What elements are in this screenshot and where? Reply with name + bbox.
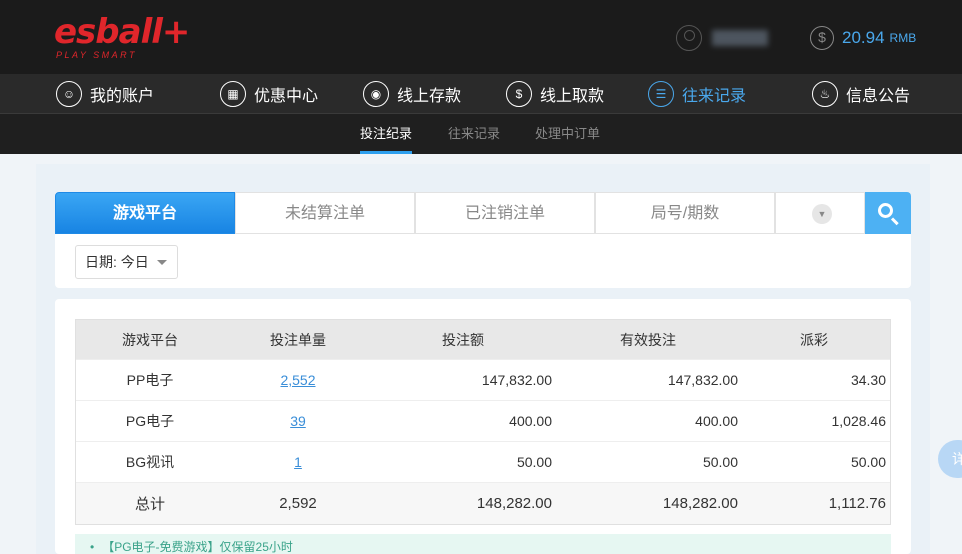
tab-round-number[interactable]: 局号/期数 xyxy=(595,192,775,234)
nav-deposit[interactable]: ◉ 线上存款 xyxy=(363,80,461,108)
payout-cell: 50.00 xyxy=(850,454,886,470)
top-bar: esball+ PLAY SMART $ 20.94 RMB xyxy=(0,0,962,74)
search-icon xyxy=(878,203,893,218)
gift-icon: ▦ xyxy=(220,81,246,107)
total-valid: 148,282.00 xyxy=(662,495,738,512)
tab-unsettled[interactable]: 未结算注单 xyxy=(235,192,415,234)
total-count: 2,592 xyxy=(279,495,317,512)
nav-records[interactable]: ☰ 往来记录 xyxy=(648,80,746,108)
valid-cell: 147,832.00 xyxy=(667,372,738,388)
dollar-icon: $ xyxy=(810,26,834,50)
count-link[interactable]: 1 xyxy=(224,442,372,482)
platform-cell: PP电子 xyxy=(126,372,174,388)
search-button[interactable] xyxy=(865,192,911,234)
nav-label: 我的账户 xyxy=(90,88,155,105)
nav-promotions[interactable]: ▦ 优惠中心 xyxy=(220,80,318,108)
total-label: 总计 xyxy=(134,496,165,513)
sub-nav: 投注纪录 往来记录 处理中订单 xyxy=(0,114,962,154)
nav-announcements[interactable]: ♨ 信息公告 xyxy=(812,80,910,108)
payout-cell: 34.30 xyxy=(850,372,886,388)
amount-cell: 50.00 xyxy=(516,454,552,470)
total-amount: 148,282.00 xyxy=(476,495,552,512)
valid-cell: 400.00 xyxy=(695,413,738,429)
date-filter-label: 日期: 今日 xyxy=(85,254,149,270)
deposit-icon: ◉ xyxy=(363,81,389,107)
balance-currency: RMB xyxy=(889,31,917,45)
records-icon: ☰ xyxy=(648,81,674,107)
count-link[interactable]: 2,552 xyxy=(224,360,372,400)
table-header-row: 游戏平台 投注单量 投注额 有效投注 派彩 xyxy=(76,320,890,360)
count-link[interactable]: 39 xyxy=(224,401,372,441)
filter-card: 游戏平台 未结算注单 已注销注单 局号/期数 ▼ 日期: 今日 xyxy=(55,192,911,288)
nav-label: 线上存款 xyxy=(397,88,462,105)
col-header-amount: 投注额 xyxy=(442,331,484,348)
username-redacted xyxy=(712,30,768,46)
tab-game-platform[interactable]: 游戏平台 xyxy=(55,192,235,234)
user-icon: ☺ xyxy=(56,81,82,107)
nav-label: 信息公告 xyxy=(846,88,911,105)
summary-card: 游戏平台 投注单量 投注额 有效投注 派彩 PP电子 2,552 147,832… xyxy=(55,299,911,554)
tab-cancelled[interactable]: 已注销注单 xyxy=(415,192,595,234)
logo-text: esball+ xyxy=(54,12,190,52)
subnav-bet-records[interactable]: 投注纪录 xyxy=(360,114,413,154)
payout-cell: 1,028.46 xyxy=(831,413,887,429)
esball-logo[interactable]: esball+ PLAY SMART xyxy=(54,12,190,60)
subnav-transactions[interactable]: 往来记录 xyxy=(448,114,500,154)
col-header-valid: 有效投注 xyxy=(620,331,676,348)
col-header-platform: 游戏平台 xyxy=(122,331,178,348)
amount-cell: 147,832.00 xyxy=(481,372,552,388)
subnav-pending-orders[interactable]: 处理中订单 xyxy=(535,114,600,154)
table-row: PP电子 2,552 147,832.00 147,832.00 34.30 xyxy=(76,360,890,401)
col-header-payout: 派彩 xyxy=(800,331,828,348)
platform-cell: BG视讯 xyxy=(125,454,175,470)
bell-icon: ♨ xyxy=(812,81,838,107)
nav-label: 优惠中心 xyxy=(254,88,319,105)
total-payout: 1,112.76 xyxy=(828,495,886,512)
col-header-count: 投注单量 xyxy=(270,331,326,348)
platform-cell: PG电子 xyxy=(125,413,175,429)
user-area: $ 20.94 RMB xyxy=(676,24,916,52)
table-row: PG电子 39 400.00 400.00 1,028.46 xyxy=(76,401,890,442)
table-row: BG视讯 1 50.00 50.00 50.00 xyxy=(76,442,890,483)
more-tabs-dropdown[interactable]: ▼ xyxy=(775,192,865,234)
valid-cell: 50.00 xyxy=(702,454,738,470)
balance-amount: 20.94 xyxy=(842,28,885,47)
table-total-row: 总计 2,592 148,282.00 148,282.00 1,112.76 xyxy=(76,483,890,524)
avatar-icon[interactable] xyxy=(676,25,702,51)
caret-down-icon xyxy=(157,260,167,265)
nav-label: 往来记录 xyxy=(682,88,747,105)
nav-my-account[interactable]: ☺ 我的账户 xyxy=(56,80,154,108)
main-nav: ☺ 我的账户 ▦ 优惠中心 ◉ 线上存款 $ 线上取款 ☰ 往来记录 ♨ 信息公… xyxy=(0,74,962,114)
nav-label: 线上取款 xyxy=(540,88,605,105)
nav-withdraw[interactable]: $ 线上取款 xyxy=(506,80,604,108)
withdraw-icon: $ xyxy=(506,81,532,107)
summary-table: 游戏平台 投注单量 投注额 有效投注 派彩 PP电子 2,552 147,832… xyxy=(75,319,891,525)
chevron-down-icon: ▼ xyxy=(812,204,832,224)
date-filter-select[interactable]: 日期: 今日 xyxy=(75,245,178,279)
floating-detail-tab[interactable]: 详 xyxy=(938,440,962,478)
free-game-notice: 【PG电子-免费游戏】仅保留25小时 xyxy=(75,534,891,554)
amount-cell: 400.00 xyxy=(509,413,552,429)
